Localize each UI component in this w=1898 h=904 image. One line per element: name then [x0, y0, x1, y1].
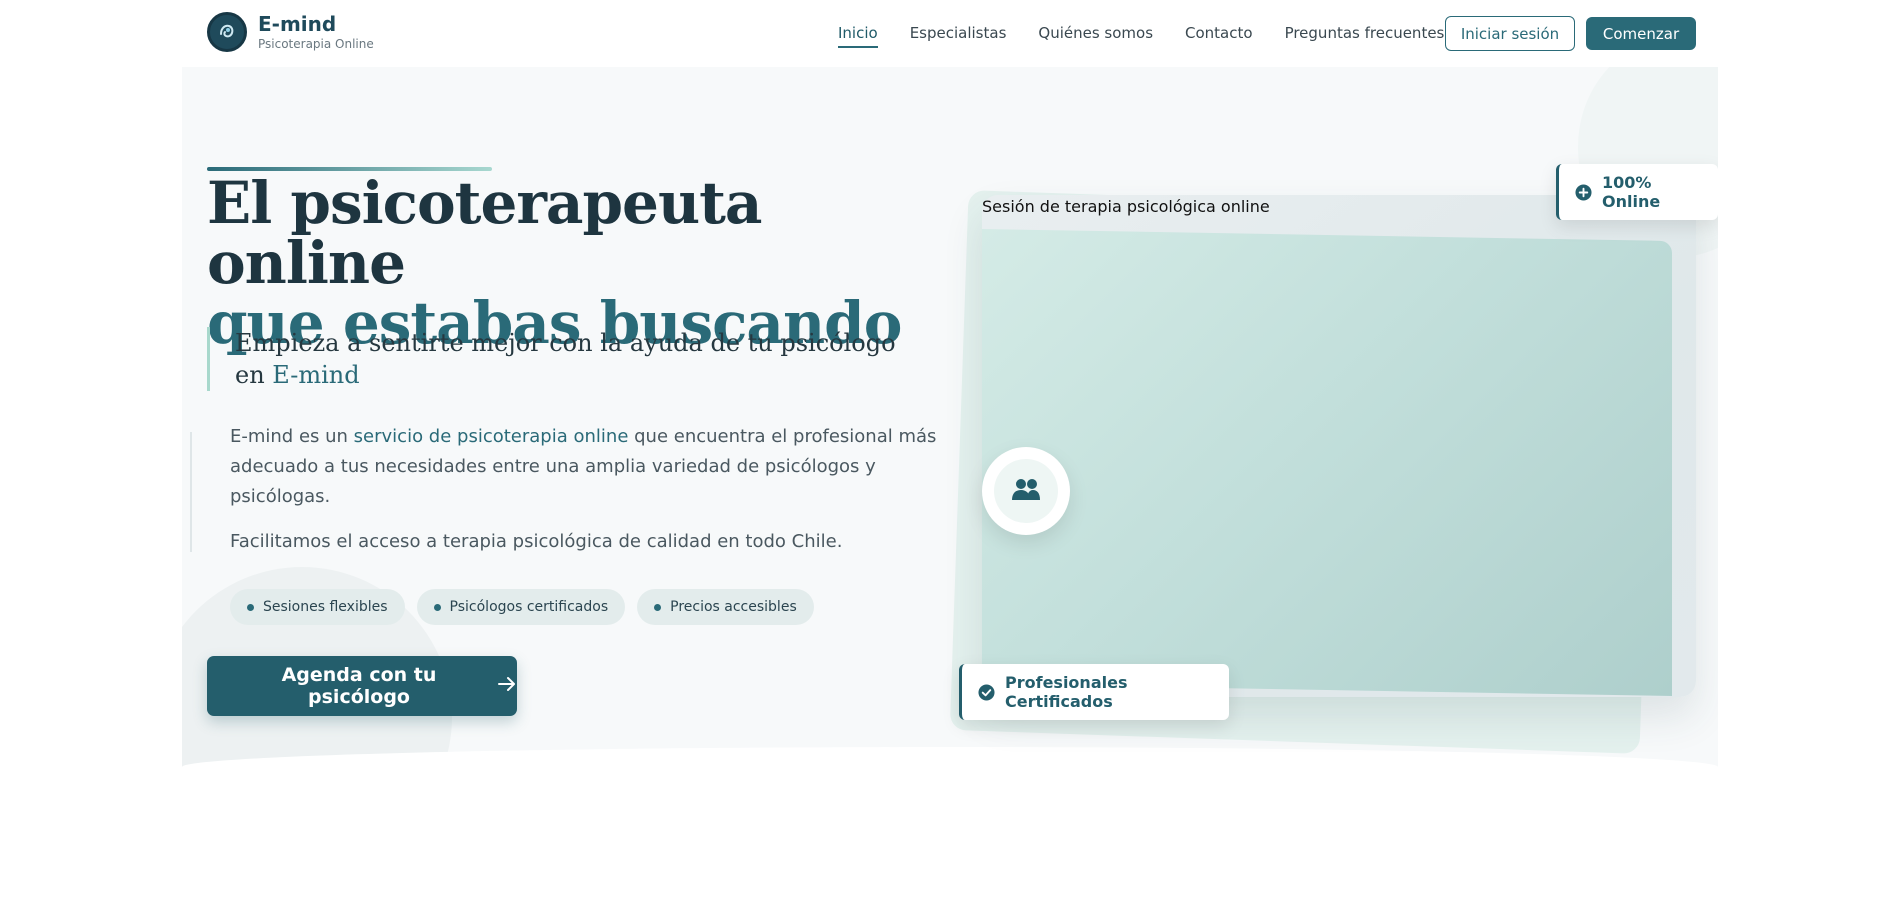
certified-badge: Profesionales Certificados	[959, 664, 1229, 720]
schedule-cta-button[interactable]: Agenda con tu psicólogo	[207, 656, 517, 716]
feature-chip: Sesiones flexibles	[230, 589, 405, 625]
page-bottom	[0, 812, 1898, 904]
arrow-right-icon	[497, 675, 517, 697]
hero-image	[982, 195, 1696, 697]
description-divider	[190, 432, 192, 552]
quote-brand: E-mind	[272, 361, 360, 389]
nav-link-quienes-somos[interactable]: Quiénes somos	[1038, 22, 1153, 44]
online-badge-label: 100% Online	[1602, 173, 1661, 211]
hero-description-2: Facilitamos el acceso a terapia psicológ…	[230, 531, 843, 552]
headline-line-1: El psicoterapeuta online	[207, 169, 763, 297]
plus-circle-icon	[1575, 183, 1592, 201]
image-placeholder	[982, 228, 1672, 697]
start-button[interactable]: Comenzar	[1586, 17, 1696, 50]
certified-badge-label: Profesionales Certificados	[1005, 673, 1128, 711]
brand-logo[interactable]: E-mind Psicoterapia Online	[207, 12, 374, 52]
decorative-wave	[182, 747, 1718, 812]
hero-headline: El psicoterapeuta online que estabas bus…	[207, 173, 967, 353]
brand-subtitle: Psicoterapia Online	[258, 37, 374, 51]
top-navbar: E-mind Psicoterapia Online Inicio Especi…	[0, 0, 1898, 67]
description-highlight: servicio de psicoterapia online	[353, 426, 629, 447]
nav-link-especialistas[interactable]: Especialistas	[910, 22, 1007, 44]
hero-section: El psicoterapeuta online que estabas bus…	[182, 67, 1718, 812]
check-circle-icon	[978, 683, 995, 701]
chip-label: Precios accesibles	[670, 599, 797, 615]
bullet-dot-icon	[247, 603, 254, 611]
hero-description: E-mind es un servicio de psicoterapia on…	[230, 422, 950, 512]
nav-link-preguntas-frecuentes[interactable]: Preguntas frecuentes	[1285, 22, 1445, 44]
chip-label: Psicólogos certificados	[449, 599, 609, 615]
bullet-dot-icon	[654, 603, 662, 611]
users-icon	[1011, 476, 1041, 506]
users-icon-badge	[982, 447, 1070, 535]
bullet-dot-icon	[433, 603, 441, 611]
feature-chip: Psicólogos certificados	[416, 589, 626, 625]
online-badge: 100% Online	[1556, 164, 1718, 220]
feature-chips: Sesiones flexibles Psicólogos certificad…	[230, 589, 826, 625]
chip-label: Sesiones flexibles	[263, 599, 388, 615]
nav-link-inicio[interactable]: Inicio	[838, 22, 878, 48]
nav-link-contacto[interactable]: Contacto	[1185, 22, 1253, 44]
cta-label: Agenda con tu psicólogo	[281, 664, 437, 708]
nav-links: Inicio Especialistas Quiénes somos Conta…	[838, 22, 1476, 48]
brain-hand-icon	[207, 12, 247, 52]
login-button[interactable]: Iniciar sesión	[1445, 16, 1575, 51]
description-pre: E-mind es un	[230, 426, 354, 447]
hero-quote: Empieza a sentirte mejor con la ayuda de…	[207, 327, 927, 391]
image-alt-text: Sesión de terapia psicológica online	[982, 197, 1270, 216]
brand-name: E-mind	[258, 12, 337, 36]
feature-chip: Precios accesibles	[637, 589, 814, 625]
